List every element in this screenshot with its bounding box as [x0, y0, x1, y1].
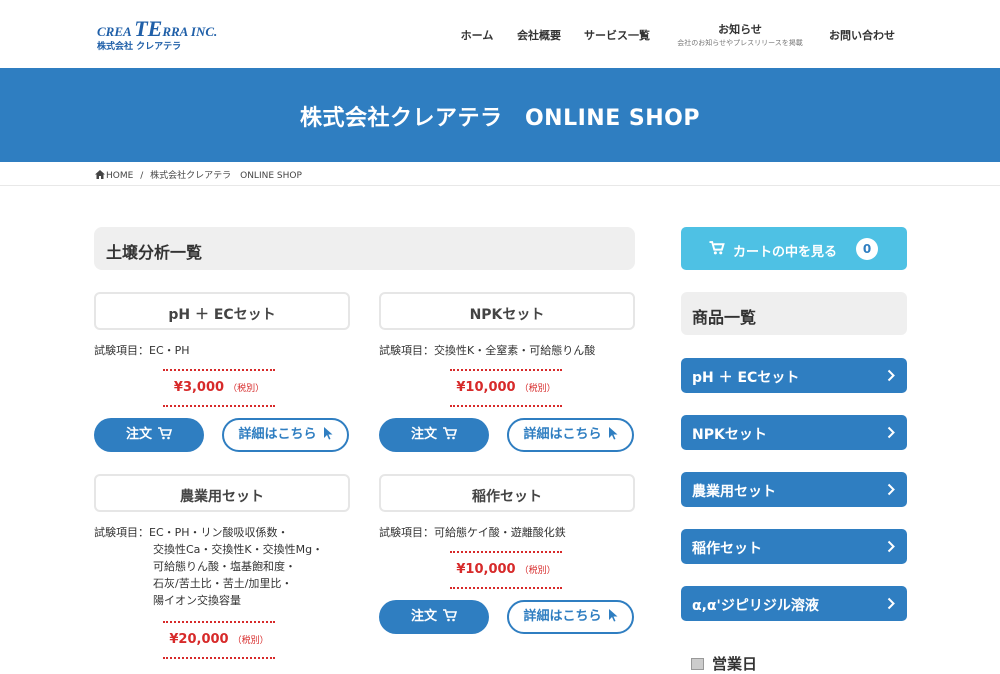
nav-home[interactable]: ホーム — [452, 0, 502, 68]
home-icon — [95, 170, 105, 179]
detail-button[interactable]: 詳細はこちら — [222, 418, 349, 452]
chevron-right-icon — [887, 483, 895, 496]
product-title: pH ＋ ECセット — [94, 292, 350, 330]
detail-button[interactable]: 詳細はこちら — [507, 600, 634, 634]
sidebar-item-npk[interactable]: NPKセット — [681, 415, 907, 450]
nav-contact[interactable]: お問い合わせ — [822, 0, 902, 68]
sidebar-item-dipyridyl[interactable]: α,α'ジピリジル溶液 — [681, 586, 907, 621]
order-button[interactable]: 注文 — [379, 600, 489, 634]
product-price: ¥10,000 （税別） — [450, 369, 562, 407]
cart-count-badge: 0 — [856, 238, 878, 260]
chevron-right-icon — [887, 597, 895, 610]
product-test-items: 試験項目：EC・PH — [94, 344, 190, 357]
company-logo[interactable]: CREA TERRA INC. 株式会社 クレアテラ — [95, 14, 235, 54]
nav-news-sub: 会社のお知らせやプレスリリースを掲載 — [677, 39, 803, 47]
cart-icon — [158, 427, 172, 440]
site-header: CREA TERRA INC. 株式会社 クレアテラ ホーム 会社概要 サービス… — [0, 0, 1000, 68]
breadcrumb: HOME / 株式会社クレアテラ ONLINE SHOP — [0, 162, 1000, 186]
product-test-items: 試験項目：交換性K・全窒素・可給態りん酸 — [379, 344, 596, 357]
page-banner: 株式会社クレアテラ ONLINE SHOP — [0, 68, 1000, 162]
sidebar-item-agri[interactable]: 農業用セット — [681, 472, 907, 507]
cart-label: カートの中を見る — [733, 245, 838, 260]
detail-button[interactable]: 詳細はこちら — [507, 418, 634, 452]
nav-services[interactable]: サービス一覧 — [578, 0, 656, 68]
nav-news[interactable]: お知らせ 会社のお知らせやプレスリリースを掲載 — [668, 0, 812, 68]
product-price: ¥10,000 （税別） — [450, 551, 562, 589]
breadcrumb-separator: / — [140, 171, 144, 181]
product-price: ¥3,000 （税別） — [163, 369, 275, 407]
chevron-right-icon — [887, 540, 895, 553]
breadcrumb-home[interactable]: HOME — [95, 170, 133, 181]
cursor-icon — [323, 427, 332, 440]
cart-icon — [709, 241, 725, 255]
cursor-icon — [608, 609, 617, 622]
product-title: NPKセット — [379, 292, 635, 330]
order-button[interactable]: 注文 — [94, 418, 204, 452]
calendar-icon — [691, 658, 704, 670]
business-days-heading: 営業日 — [691, 653, 757, 674]
chevron-right-icon — [887, 426, 895, 439]
cart-icon — [443, 427, 457, 440]
breadcrumb-current: 株式会社クレアテラ ONLINE SHOP — [150, 171, 302, 181]
product-list-heading: 商品一覧 — [681, 292, 907, 335]
sidebar-item-rice[interactable]: 稲作セット — [681, 529, 907, 564]
order-button[interactable]: 注文 — [379, 418, 489, 452]
cursor-icon — [608, 427, 617, 440]
product-test-items: 試験項目：EC・PH・リン酸吸収係数・ 交換性Ca・交換性K・交換性Mg・ 可給… — [94, 526, 324, 607]
view-cart-button[interactable]: カートの中を見る 0 — [681, 227, 907, 270]
product-price: ¥20,000 （税別） — [163, 621, 275, 659]
chevron-right-icon — [887, 369, 895, 382]
product-title: 稲作セット — [379, 474, 635, 512]
logo-company-name: 株式会社 クレアテラ — [97, 42, 182, 52]
nav-company[interactable]: 会社概要 — [510, 0, 568, 68]
sidebar-item-ph-ec[interactable]: pH ＋ ECセット — [681, 358, 907, 393]
product-test-items: 試験項目：可給態ケイ酸・遊離酸化鉄 — [379, 526, 566, 539]
section-heading: 土壌分析一覧 — [94, 227, 635, 270]
product-title: 農業用セット — [94, 474, 350, 512]
cart-icon — [443, 609, 457, 622]
page-title: 株式会社クレアテラ ONLINE SHOP — [299, 106, 700, 131]
